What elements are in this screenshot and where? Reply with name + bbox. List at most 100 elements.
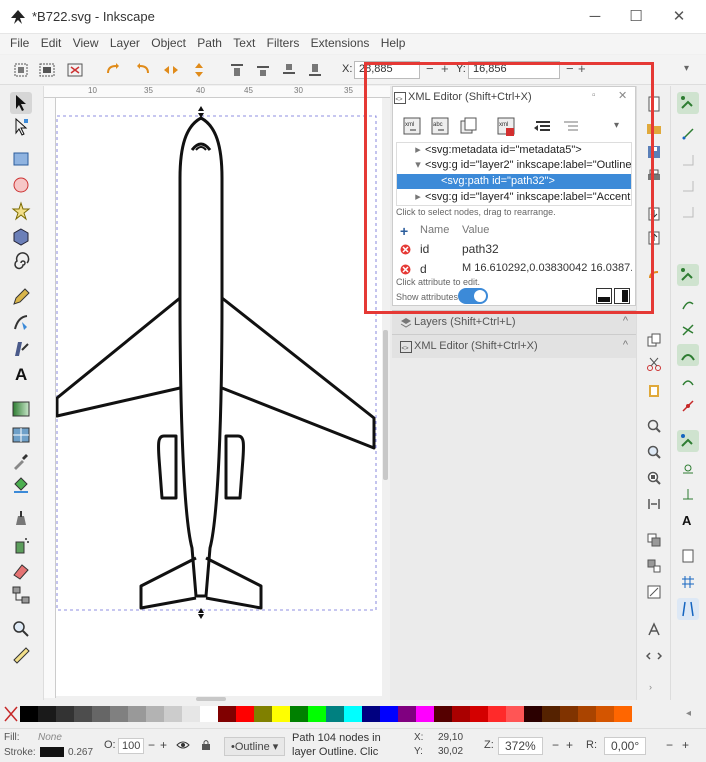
palette-swatch[interactable] <box>524 706 542 722</box>
cmdbar-overflow-icon[interactable]: › <box>649 682 652 692</box>
snap-nodes-icon[interactable] <box>677 264 699 286</box>
deselect-icon[interactable] <box>66 62 84 78</box>
horizontal-scroll-thumb[interactable] <box>196 697 226 701</box>
flip-vertical-icon[interactable] <box>190 62 208 78</box>
stroke-width-value[interactable]: 0.267 <box>68 747 93 758</box>
zoom-field[interactable]: 372% <box>498 737 543 755</box>
snap-text-baseline-icon[interactable]: A <box>680 512 696 528</box>
palette-swatch[interactable] <box>254 706 272 722</box>
maximize-button[interactable]: ☐ <box>621 6 651 28</box>
snap-grid-icon[interactable] <box>680 574 696 590</box>
zoom-decrement-button[interactable]: − <box>552 738 559 752</box>
lock-icon[interactable] <box>200 739 212 751</box>
palette-swatch[interactable] <box>218 706 236 722</box>
snap-bbox-edge-icon[interactable] <box>680 152 696 168</box>
palette-swatch[interactable] <box>560 706 578 722</box>
menu-filters[interactable]: Filters <box>263 34 304 52</box>
fill-value[interactable]: None <box>38 732 62 743</box>
palette-swatch[interactable] <box>506 706 524 722</box>
palette-swatch[interactable] <box>182 706 200 722</box>
connector-tool-icon[interactable] <box>10 584 32 606</box>
opacity-increment-button[interactable]: + <box>160 738 167 752</box>
gradient-tool-icon[interactable] <box>10 398 32 420</box>
palette-swatch[interactable] <box>380 706 398 722</box>
rectangle-tool-icon[interactable] <box>10 148 32 170</box>
mesh-tool-icon[interactable] <box>10 424 32 446</box>
palette-swatch[interactable] <box>452 706 470 722</box>
snap-toggle-icon[interactable] <box>677 92 699 114</box>
palette-swatch[interactable] <box>128 706 146 722</box>
menu-view[interactable]: View <box>69 34 103 52</box>
zoom-tool-icon[interactable] <box>10 618 32 640</box>
menu-file[interactable]: File <box>6 34 33 52</box>
menu-edit[interactable]: Edit <box>37 34 66 52</box>
snap-midpoint-icon[interactable] <box>680 398 696 414</box>
xml-editor-dock-tab[interactable]: <> XML Editor (Shift+Ctrl+X) ^ <box>392 334 636 358</box>
spray-tool-icon[interactable] <box>10 534 32 556</box>
snap-rotation-center-icon[interactable] <box>680 486 696 502</box>
palette-swatch[interactable] <box>542 706 560 722</box>
zoom-page-icon[interactable] <box>646 470 662 486</box>
toolbar-overflow-icon[interactable]: ▾ <box>684 63 689 74</box>
minimize-button[interactable]: ─ <box>580 6 610 28</box>
text-tool-icon[interactable]: A <box>10 362 32 384</box>
menu-help[interactable]: Help <box>377 34 410 52</box>
pencil-tool-icon[interactable] <box>10 286 32 308</box>
xml-editor-cmd-icon[interactable] <box>646 648 662 664</box>
drawing-canvas[interactable] <box>56 98 382 696</box>
rotate-decrement-button[interactable]: − <box>666 738 673 752</box>
opacity-field[interactable]: 100 <box>118 738 145 754</box>
stroke-color-swatch[interactable] <box>40 747 64 757</box>
chevron-up-icon[interactable]: ^ <box>623 315 628 327</box>
palette-swatch[interactable] <box>92 706 110 722</box>
palette-swatch[interactable] <box>470 706 488 722</box>
3d-box-tool-icon[interactable] <box>10 226 32 248</box>
paste-icon[interactable] <box>646 382 662 398</box>
fill-stroke-icon[interactable] <box>646 584 662 600</box>
palette-swatch[interactable] <box>326 706 344 722</box>
snap-bbox-midpoint-icon[interactable] <box>680 204 696 220</box>
snap-smooth-icon[interactable] <box>680 374 696 390</box>
text-font-icon[interactable] <box>646 622 662 638</box>
palette-swatch[interactable] <box>578 706 596 722</box>
pen-tool-icon[interactable] <box>10 312 32 334</box>
tweak-tool-icon[interactable] <box>10 508 32 530</box>
eraser-tool-icon[interactable] <box>10 560 32 582</box>
palette-menu-icon[interactable]: ◂ <box>686 708 691 719</box>
select-all-layers-icon[interactable] <box>38 62 56 78</box>
select-all-icon[interactable] <box>12 62 30 78</box>
palette-swatch[interactable] <box>416 706 434 722</box>
measure-tool-icon[interactable] <box>10 644 32 666</box>
palette-swatch[interactable] <box>74 706 92 722</box>
palette-swatch[interactable] <box>110 706 128 722</box>
lower-to-bottom-icon[interactable] <box>306 62 324 78</box>
palette-swatch[interactable] <box>38 706 56 722</box>
snap-bbox-icon[interactable] <box>680 126 696 142</box>
snap-center-icon[interactable] <box>680 460 696 476</box>
snap-path-icon[interactable] <box>680 296 696 312</box>
ungroup-icon[interactable] <box>646 558 662 574</box>
menu-layer[interactable]: Layer <box>106 34 144 52</box>
palette-swatch[interactable] <box>488 706 506 722</box>
menu-text[interactable]: Text <box>229 34 259 52</box>
menu-extensions[interactable]: Extensions <box>307 34 374 52</box>
node-tool-icon[interactable] <box>10 116 32 138</box>
palette-swatch[interactable] <box>362 706 380 722</box>
calligraphy-tool-icon[interactable] <box>10 338 32 360</box>
palette-swatch[interactable] <box>272 706 290 722</box>
snap-guide-icon[interactable] <box>677 598 699 620</box>
menu-object[interactable]: Object <box>147 34 190 52</box>
rotate-ccw-icon[interactable] <box>104 62 122 78</box>
star-tool-icon[interactable] <box>10 200 32 222</box>
zoom-increment-button[interactable]: + <box>566 738 573 752</box>
chevron-up-icon[interactable]: ^ <box>623 339 628 351</box>
selector-tool-icon[interactable] <box>10 92 32 114</box>
ellipse-tool-icon[interactable] <box>10 174 32 196</box>
zoom-width-icon[interactable] <box>646 496 662 512</box>
snap-cusp-icon[interactable] <box>677 344 699 366</box>
zoom-drawing-icon[interactable] <box>646 444 662 460</box>
flip-horizontal-icon[interactable] <box>162 62 180 78</box>
raise-icon[interactable] <box>254 62 272 78</box>
palette-swatch[interactable] <box>56 706 74 722</box>
palette-swatch[interactable] <box>164 706 182 722</box>
